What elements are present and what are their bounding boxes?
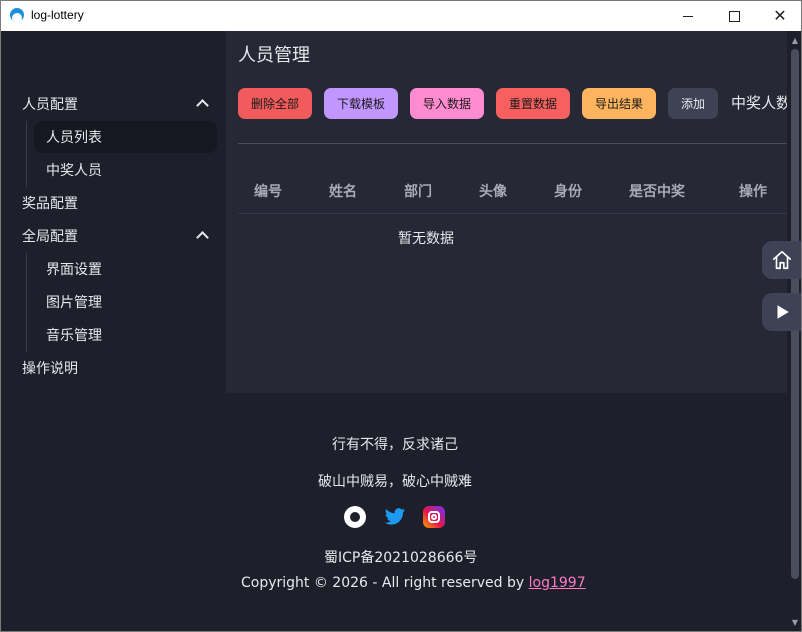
sidebar-item-people-config[interactable]: 人员配置 — [22, 88, 217, 120]
reset-data-button[interactable]: 重置数据 — [496, 88, 570, 119]
chevron-up-icon — [196, 231, 209, 244]
sidebar-item-image-management[interactable]: 图片管理 — [34, 286, 217, 318]
play-icon — [777, 305, 789, 319]
minimize-icon — [683, 15, 693, 17]
scroll-up-icon[interactable]: ▲ — [790, 35, 800, 45]
twitter-bird-shape — [384, 508, 406, 525]
column-header: 头像 — [479, 184, 507, 200]
submenu-guide-line — [26, 121, 27, 187]
minimize-button[interactable] — [665, 1, 711, 31]
play-button[interactable] — [762, 293, 801, 331]
download-template-button[interactable]: 下载模板 — [324, 88, 398, 119]
close-button[interactable]: ✕ — [757, 1, 801, 31]
sidebar-item-label: 图片管理 — [46, 295, 102, 311]
sidebar-item-prize-config[interactable]: 奖品配置 — [22, 187, 217, 219]
app-logo-icon — [10, 8, 24, 22]
column-header: 身份 — [554, 184, 582, 200]
app-window: log-lottery ✕ 人员配置 人员列表 中奖人员 奖品配置 全局配置 界… — [0, 0, 802, 632]
sidebar-item-label: 奖品配置 — [22, 196, 78, 212]
column-header: 是否中奖 — [629, 184, 685, 200]
window-title: log-lottery — [31, 8, 84, 22]
sidebar-item-people-list[interactable]: 人员列表 — [34, 121, 217, 153]
delete-all-button[interactable]: 删除全部 — [238, 88, 312, 119]
copyright-text: Copyright © 2026 - All right reserved by — [241, 575, 525, 591]
table-header: 编号 姓名 部门 头像 身份 是否中奖 操作 — [238, 181, 787, 214]
column-header: 姓名 — [329, 184, 357, 200]
home-icon — [772, 250, 792, 270]
winner-count-label: 中奖人数 — [731, 94, 787, 112]
column-header: 操作 — [739, 184, 767, 200]
empty-state-text: 暂无数据 — [398, 231, 454, 247]
sidebar-item-music-management[interactable]: 音乐管理 — [34, 319, 217, 351]
title-bar: log-lottery ✕ — [1, 1, 801, 31]
submenu-guide-line — [26, 253, 27, 352]
sidebar-item-label: 人员配置 — [22, 97, 78, 113]
close-icon: ✕ — [773, 6, 787, 25]
maximize-button[interactable] — [711, 1, 757, 31]
author-link[interactable]: log1997 — [529, 575, 586, 591]
sidebar-item-label: 全局配置 — [22, 229, 78, 245]
main-panel: 人员管理 删除全部 下载模板 导入数据 重置数据 导出结果 添加 中奖人数 编号… — [226, 31, 787, 393]
sidebar-item-label: 界面设置 — [46, 262, 102, 278]
divider — [238, 143, 787, 144]
page-title: 人员管理 — [238, 45, 310, 66]
sidebar-item-label: 操作说明 — [22, 361, 78, 377]
sidebar-item-label: 音乐管理 — [46, 328, 102, 344]
maximize-icon — [728, 10, 740, 22]
sidebar-item-ui-settings[interactable]: 界面设置 — [34, 253, 217, 285]
home-button[interactable] — [762, 241, 801, 279]
sidebar-item-global-config[interactable]: 全局配置 — [22, 220, 217, 252]
chevron-up-icon — [196, 99, 209, 112]
sidebar-item-winners[interactable]: 中奖人员 — [34, 154, 217, 186]
instagram-icon[interactable] — [423, 506, 445, 528]
sidebar-item-label: 人员列表 — [46, 130, 102, 146]
footer-quote: 破山中贼易，破心中贼难 — [318, 474, 472, 490]
copyright-line: Copyright © 2026 - All right reserved by… — [241, 575, 586, 591]
add-button[interactable]: 添加 — [668, 88, 718, 119]
github-icon[interactable] — [344, 506, 366, 528]
twitter-icon[interactable] — [383, 506, 406, 528]
export-results-button[interactable]: 导出结果 — [582, 88, 656, 119]
scroll-down-icon[interactable]: ▼ — [790, 617, 800, 627]
column-header: 编号 — [254, 184, 282, 200]
sidebar-item-instructions[interactable]: 操作说明 — [22, 352, 217, 384]
import-data-button[interactable]: 导入数据 — [410, 88, 484, 119]
sidebar-item-label: 中奖人员 — [46, 163, 102, 179]
column-header: 部门 — [404, 184, 432, 200]
sidebar: 人员配置 人员列表 中奖人员 奖品配置 全局配置 界面设置 图片管理 音乐管理 … — [1, 31, 226, 393]
icp-number: 蜀ICP备2021028666号 — [324, 550, 478, 566]
footer-quote: 行有不得，反求诸己 — [332, 437, 458, 453]
